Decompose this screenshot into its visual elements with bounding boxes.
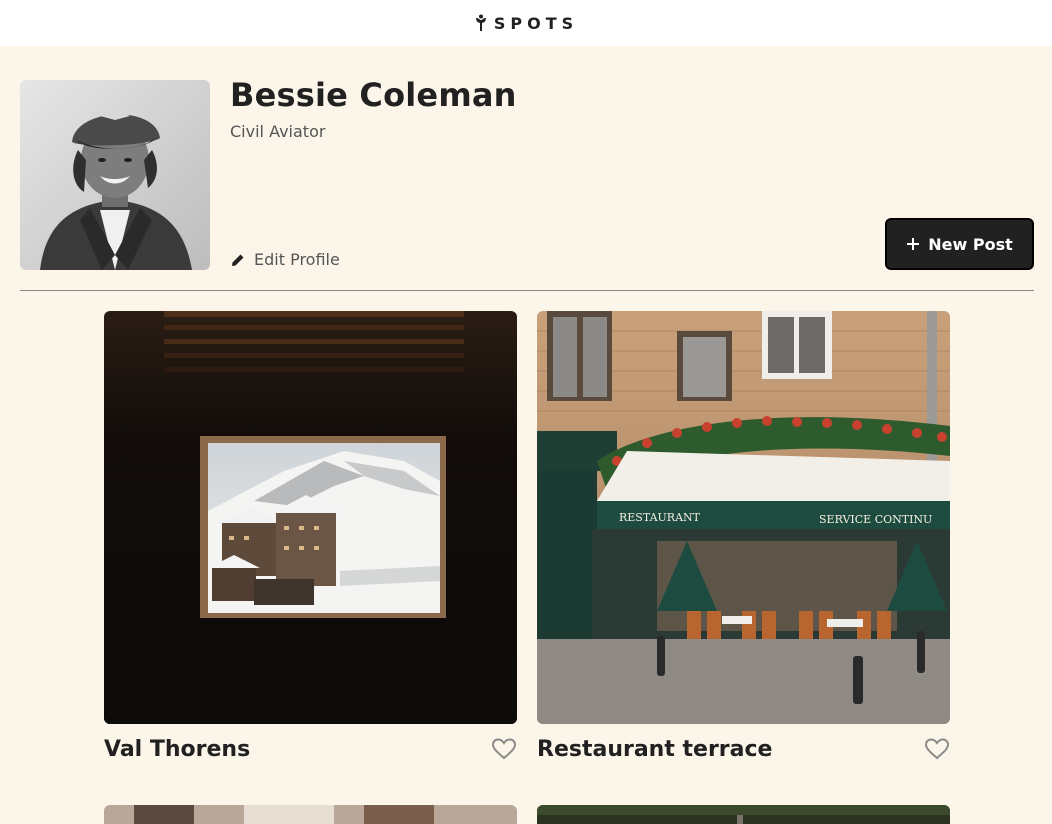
awning-text-right: SERVICE CONTINU bbox=[819, 513, 932, 526]
logo-text: SPOTS bbox=[493, 13, 579, 33]
logo[interactable]: SPOTS bbox=[474, 14, 578, 33]
card-image-partial[interactable] bbox=[104, 805, 517, 824]
card-image[interactable]: RESTAURANT SERVICE CONTINU bbox=[537, 311, 950, 724]
card-image[interactable] bbox=[104, 311, 517, 724]
card-image bbox=[104, 805, 517, 824]
card-title: Restaurant terrace bbox=[537, 736, 773, 762]
card: Val Thorens bbox=[104, 311, 517, 762]
profile-name: Bessie Coleman bbox=[230, 76, 517, 114]
new-post-label: New Post bbox=[928, 234, 1013, 254]
avatar-photo bbox=[20, 80, 210, 270]
awning-text-left: RESTAURANT bbox=[619, 511, 701, 524]
heart-outline-icon bbox=[491, 738, 517, 760]
sprout-icon bbox=[475, 14, 486, 31]
card-image-partial[interactable] bbox=[537, 805, 950, 824]
profile-avatar bbox=[20, 80, 210, 270]
profile-description: Civil Aviator bbox=[230, 122, 326, 141]
pencil-icon bbox=[232, 254, 244, 266]
card-caption: Val Thorens bbox=[104, 736, 517, 762]
like-button[interactable] bbox=[924, 737, 950, 761]
card-caption: Restaurant terrace bbox=[537, 736, 950, 762]
card: RESTAURANT SERVICE CONTINU Restaurant te… bbox=[537, 311, 950, 762]
like-button[interactable] bbox=[491, 737, 517, 761]
site-header: SPOTS bbox=[0, 0, 1052, 46]
edit-profile-label: Edit Profile bbox=[254, 250, 340, 269]
heart-outline-icon bbox=[924, 738, 950, 760]
edit-profile-button[interactable]: Edit Profile bbox=[230, 250, 340, 269]
card-image bbox=[537, 805, 950, 824]
card-title: Val Thorens bbox=[104, 736, 251, 762]
plus-icon bbox=[907, 238, 920, 250]
new-post-button[interactable]: New Post bbox=[885, 218, 1034, 270]
profile-divider bbox=[20, 290, 1034, 291]
